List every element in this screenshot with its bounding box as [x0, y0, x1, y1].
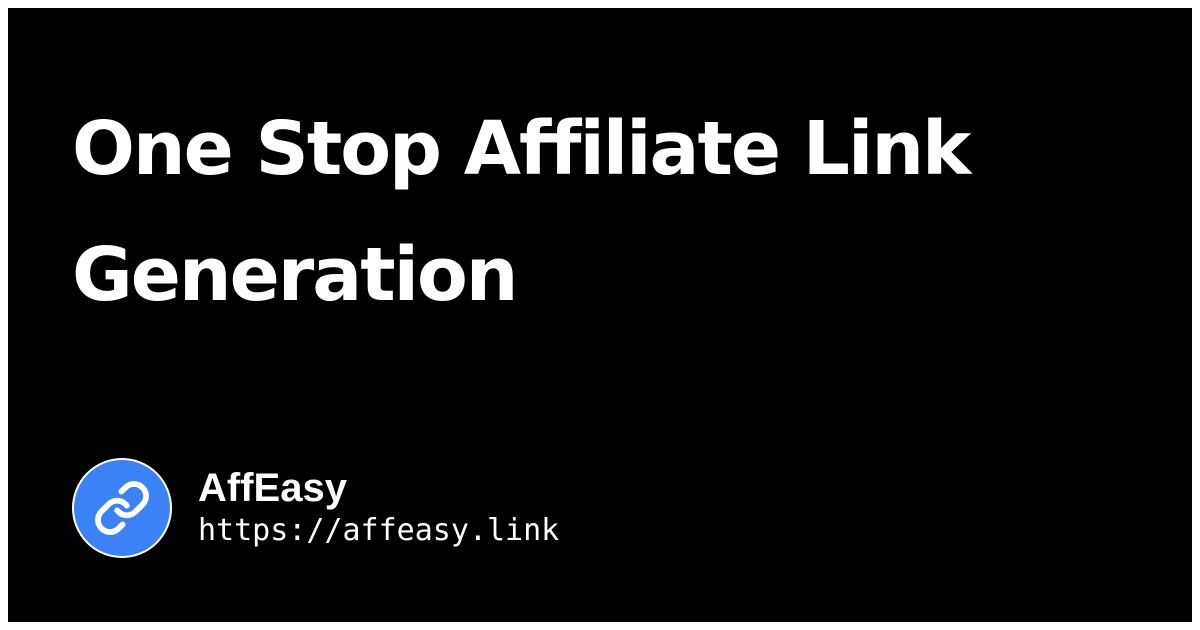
social-card: One Stop Affiliate Link Generation AffEa… — [8, 8, 1192, 622]
link-icon — [95, 481, 149, 535]
brand-name: AffEasy — [198, 466, 347, 510]
brand-text: AffEasy https://affeasy.link — [198, 466, 559, 550]
headline: One Stop Affiliate Link Generation — [72, 106, 971, 318]
brand-logo — [72, 458, 172, 558]
brand-block: AffEasy https://affeasy.link — [72, 458, 559, 558]
brand-url[interactable]: https://affeasy.link — [198, 512, 559, 550]
